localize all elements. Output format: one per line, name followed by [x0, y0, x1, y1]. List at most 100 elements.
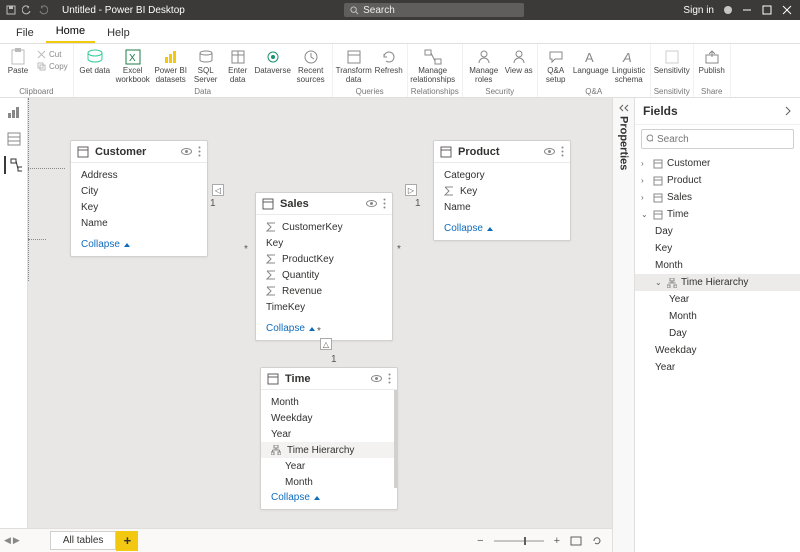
refresh-view-icon[interactable]: [592, 536, 602, 546]
visibility-icon[interactable]: [371, 373, 382, 384]
sql-server-button[interactable]: SQL Server: [191, 46, 221, 85]
relationship-line[interactable]: [28, 240, 29, 281]
copy-button[interactable]: Copy: [37, 60, 68, 72]
fields-time-day[interactable]: Day: [635, 223, 800, 240]
signin-label[interactable]: Sign in: [683, 5, 714, 16]
get-data-button[interactable]: Get data: [77, 46, 113, 83]
field-name[interactable]: Name: [434, 199, 570, 215]
field-productkey[interactable]: ProductKey: [256, 251, 392, 267]
collapse-customer[interactable]: Collapse: [71, 235, 207, 256]
more-icon[interactable]: [198, 146, 201, 157]
model-view-icon[interactable]: [4, 156, 22, 174]
tab-home[interactable]: Home: [46, 21, 95, 43]
manage-roles-button[interactable]: Manage roles: [466, 46, 502, 85]
fields-sales[interactable]: ›Sales: [635, 189, 800, 206]
table-card-sales[interactable]: Sales CustomerKey Key ProductKey Quantit…: [255, 192, 393, 341]
field-name[interactable]: Name: [71, 215, 207, 231]
field-timekey[interactable]: TimeKey: [256, 299, 392, 315]
minimize-icon[interactable]: [742, 5, 752, 15]
fields-time-key[interactable]: Key: [635, 240, 800, 257]
relationship-endpoint[interactable]: ▷: [405, 184, 417, 196]
visibility-icon[interactable]: [366, 198, 377, 209]
fields-customer[interactable]: ›Customer: [635, 155, 800, 172]
field-key[interactable]: Key: [434, 183, 570, 199]
dataverse-button[interactable]: Dataverse: [255, 46, 291, 83]
cut-button[interactable]: Cut: [37, 48, 68, 60]
redo-icon[interactable]: [38, 5, 48, 15]
tab-help[interactable]: Help: [97, 23, 140, 43]
zoom-slider[interactable]: [494, 540, 544, 542]
relationship-line[interactable]: [28, 98, 29, 168]
field-key[interactable]: Key: [71, 199, 207, 215]
relationship-line[interactable]: [28, 168, 65, 169]
field-customerkey[interactable]: CustomerKey: [256, 219, 392, 235]
field-month[interactable]: Month: [261, 394, 394, 410]
visibility-icon[interactable]: [181, 146, 192, 157]
model-canvas[interactable]: Customer Address City Key Name Collapse …: [28, 98, 612, 552]
view-as-button[interactable]: View as: [504, 46, 534, 83]
tab-prev[interactable]: ◀: [4, 535, 11, 546]
field-key[interactable]: Key: [256, 235, 392, 251]
collapse-product[interactable]: Collapse: [434, 219, 570, 240]
tab-file[interactable]: File: [6, 23, 44, 43]
add-layout-button[interactable]: +: [116, 531, 138, 551]
fields-time-year[interactable]: Year: [635, 359, 800, 376]
report-view-icon[interactable]: [5, 104, 23, 122]
relationship-line[interactable]: [28, 169, 29, 239]
language-button[interactable]: ALanguage: [573, 46, 609, 83]
enter-data-button[interactable]: Enter data: [223, 46, 253, 85]
field-quantity[interactable]: Quantity: [256, 267, 392, 283]
fields-th-day[interactable]: Day: [635, 325, 800, 342]
field-address[interactable]: Address: [71, 167, 207, 183]
fields-search[interactable]: [641, 129, 794, 149]
more-icon[interactable]: [388, 373, 391, 384]
more-icon[interactable]: [561, 146, 564, 157]
layout-tab-all-tables[interactable]: All tables: [50, 531, 117, 550]
visibility-icon[interactable]: [544, 146, 555, 157]
relationship-endpoint[interactable]: △: [320, 338, 332, 350]
tab-next[interactable]: ▶: [13, 535, 20, 546]
manage-relationships-button[interactable]: Manage relationships: [411, 46, 455, 85]
field-weekday[interactable]: Weekday: [261, 410, 394, 426]
field-time-hierarchy[interactable]: Time Hierarchy: [261, 442, 394, 458]
fields-time-month[interactable]: Month: [635, 257, 800, 274]
publish-button[interactable]: Publish: [697, 46, 727, 83]
chevron-right-icon[interactable]: [784, 106, 792, 116]
fields-th-month[interactable]: Month: [635, 308, 800, 325]
excel-button[interactable]: XExcel workbook: [115, 46, 151, 85]
fields-product[interactable]: ›Product: [635, 172, 800, 189]
undo-icon[interactable]: [22, 5, 32, 15]
field-revenue[interactable]: Revenue: [256, 283, 392, 299]
collapse-time[interactable]: Collapse: [261, 488, 397, 509]
pbi-datasets-button[interactable]: Power BI datasets: [153, 46, 189, 85]
sensitivity-button[interactable]: Sensitivity: [654, 46, 690, 83]
fit-to-screen-icon[interactable]: [570, 536, 582, 546]
field-category[interactable]: Category: [434, 167, 570, 183]
fields-time-weekday[interactable]: Weekday: [635, 342, 800, 359]
maximize-icon[interactable]: [762, 5, 772, 15]
table-card-time[interactable]: Time Month Weekday Year Time Hierarchy Y…: [260, 367, 398, 510]
relationship-line[interactable]: [28, 239, 46, 240]
field-th-year[interactable]: Year: [261, 458, 394, 474]
table-card-customer[interactable]: Customer Address City Key Name Collapse: [70, 140, 208, 257]
fields-search-input[interactable]: [657, 134, 789, 145]
transform-data-button[interactable]: Transform data: [336, 46, 372, 85]
field-city[interactable]: City: [71, 183, 207, 199]
fields-th-year[interactable]: Year: [635, 291, 800, 308]
table-card-product[interactable]: Product Category Key Name Collapse: [433, 140, 571, 241]
qna-setup-button[interactable]: Q&A setup: [541, 46, 571, 85]
zoom-out-icon[interactable]: −: [477, 535, 483, 547]
more-icon[interactable]: [383, 198, 386, 209]
fields-time-hierarchy[interactable]: ⌄Time Hierarchy: [635, 274, 800, 291]
paste-button[interactable]: Paste: [3, 46, 33, 83]
search-box[interactable]: Search: [344, 3, 524, 17]
close-icon[interactable]: [782, 5, 792, 15]
data-view-icon[interactable]: [5, 130, 23, 148]
user-avatar-icon[interactable]: [724, 6, 732, 14]
collapse-sales[interactable]: Collapse: [256, 319, 392, 340]
recent-sources-button[interactable]: Recent sources: [293, 46, 329, 85]
properties-panel-collapsed[interactable]: Properties: [612, 98, 634, 552]
refresh-button[interactable]: Refresh: [374, 46, 404, 83]
field-th-month[interactable]: Month: [261, 474, 394, 488]
linguistic-schema-button[interactable]: ALinguistic schema: [611, 46, 647, 85]
